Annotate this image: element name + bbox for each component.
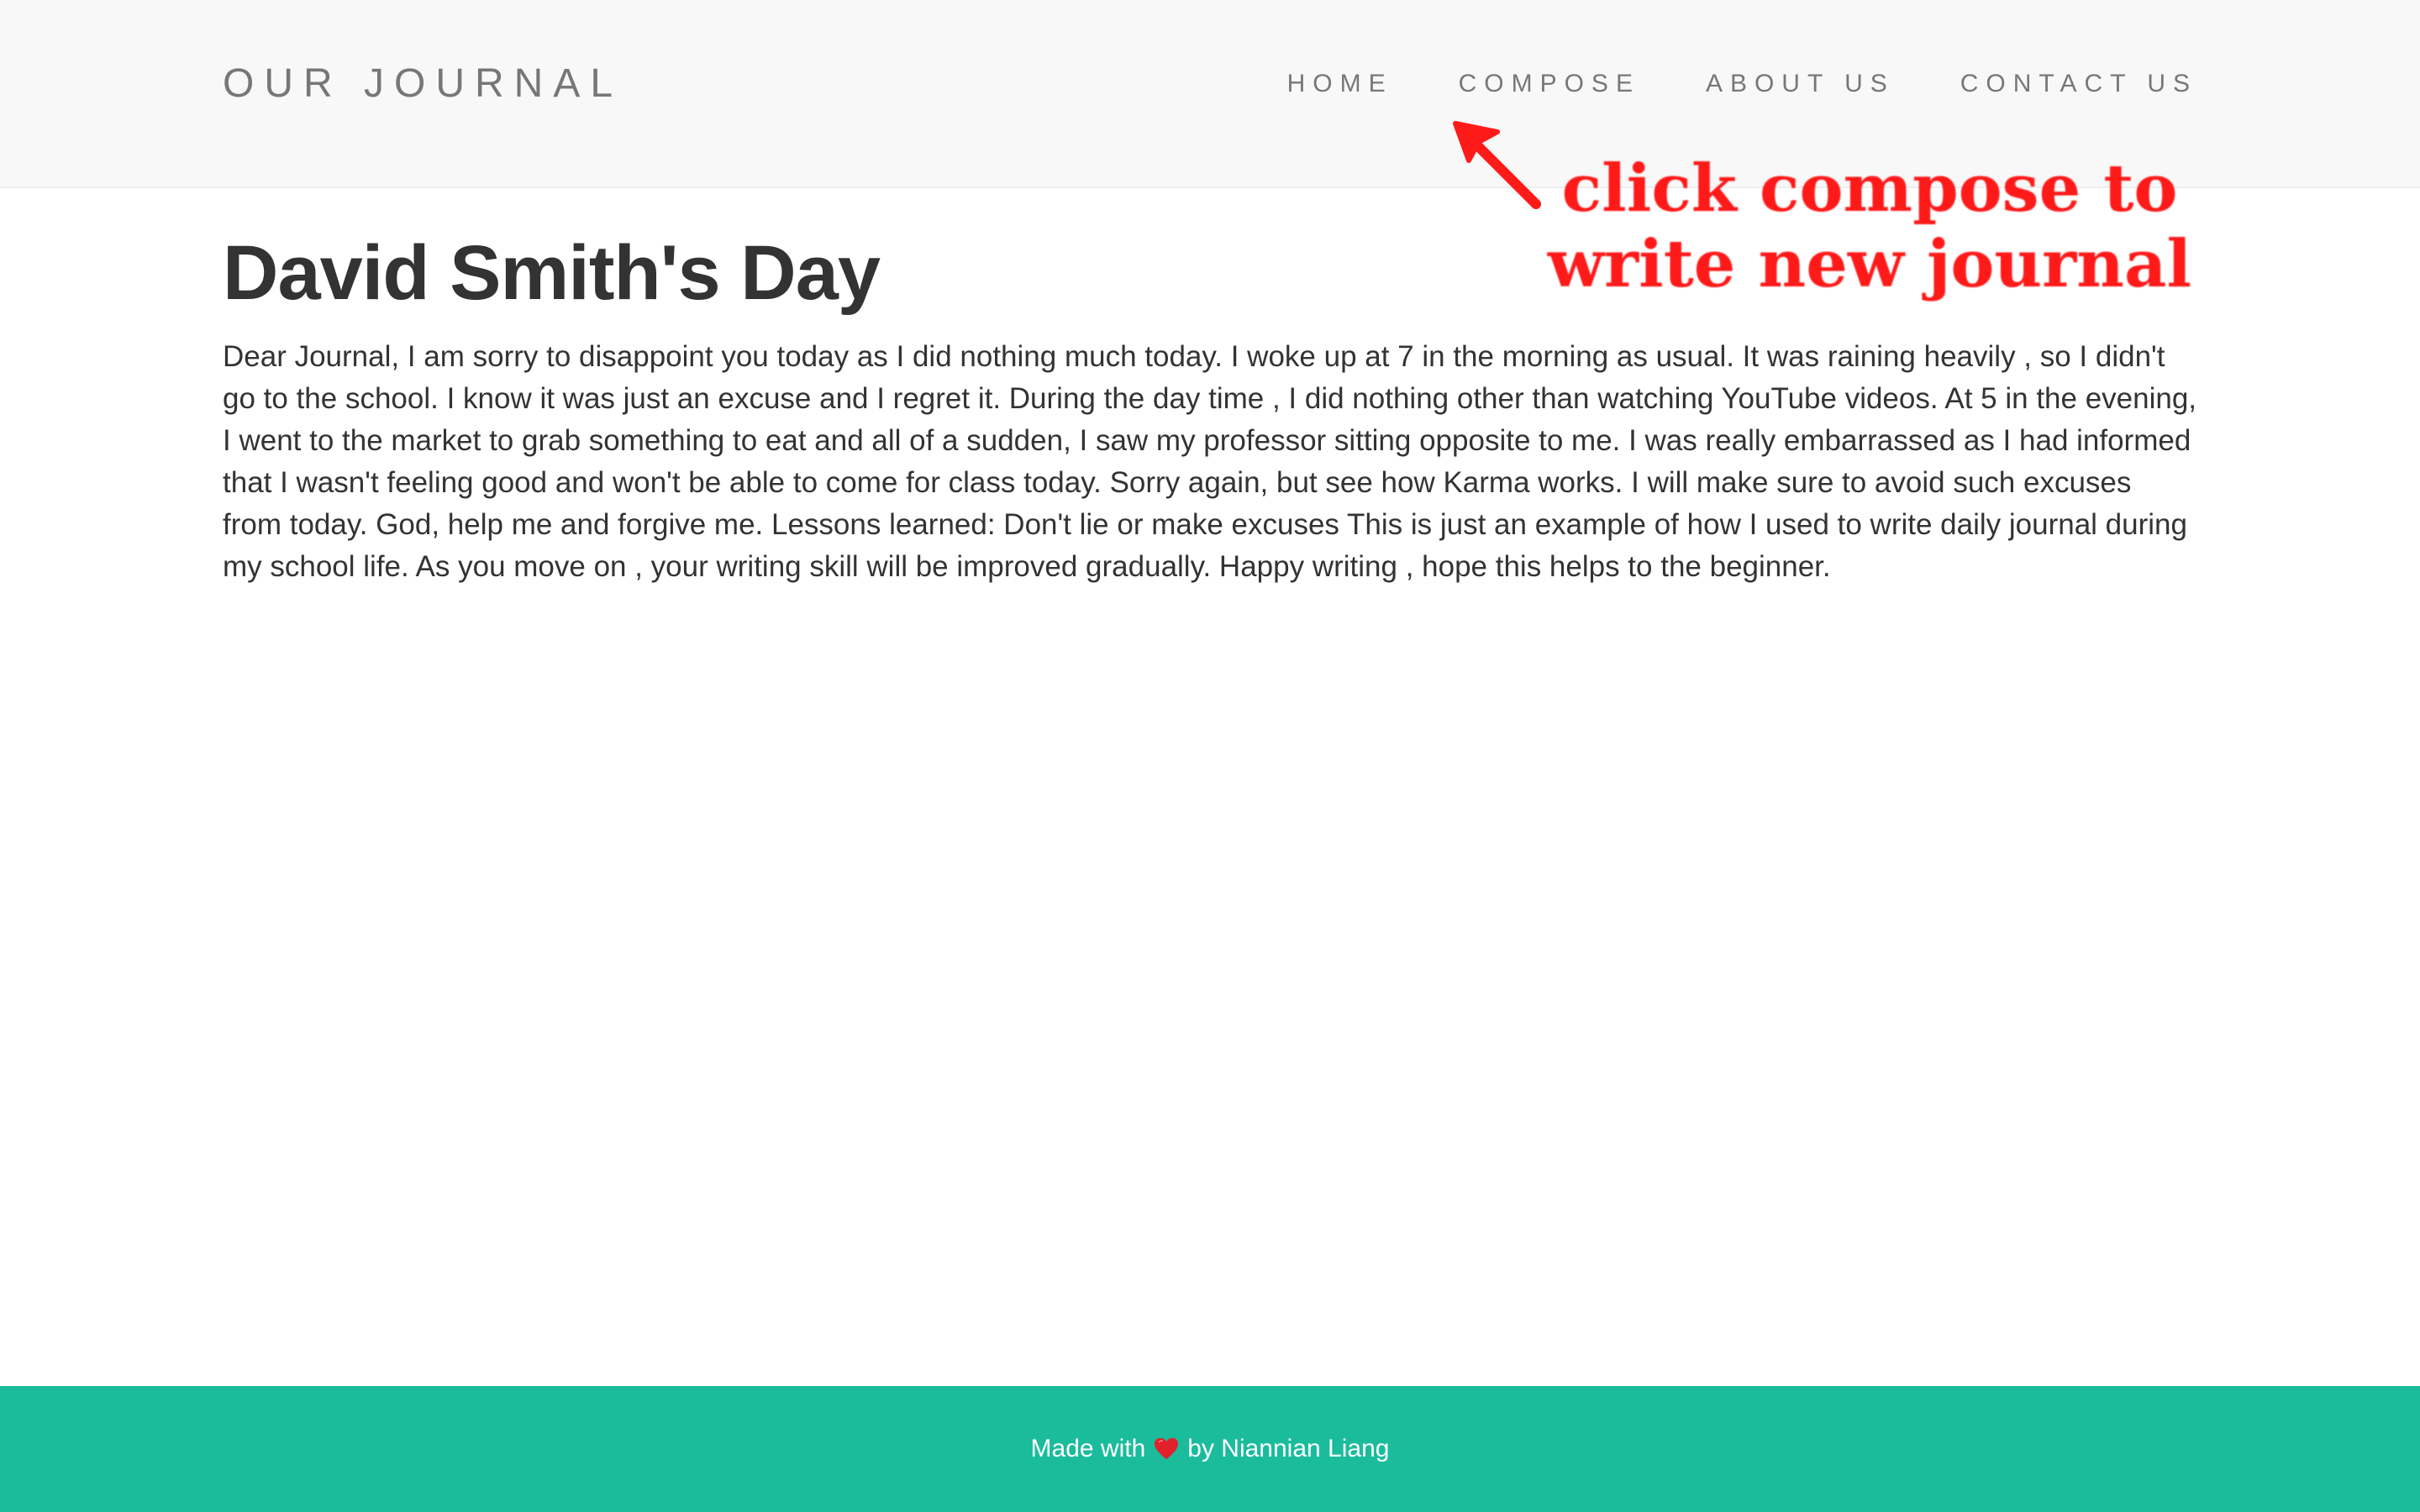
footer-credit: Made with by Niannian Liang — [1031, 1432, 1390, 1466]
nav-item-contact-us: CONTACT US — [1960, 67, 2197, 101]
nav-links: HOME COMPOSE ABOUT US CONTACT US — [1287, 67, 2197, 101]
nav-link-about-us[interactable]: ABOUT US — [1706, 67, 1895, 101]
page: OUR JOURNAL HOME COMPOSE ABOUT US CONTAC… — [0, 0, 2420, 1512]
nav-item-home: HOME — [1287, 67, 1393, 101]
heart-icon — [1154, 1436, 1179, 1462]
footer: Made with by Niannian Liang — [0, 1386, 2420, 1512]
nav-item-compose: COMPOSE — [1459, 67, 1640, 101]
nav-link-home[interactable]: HOME — [1287, 67, 1393, 101]
main-content: David Smith's Day Dear Journal, I am sor… — [223, 227, 2197, 588]
brand-logo-link[interactable]: OUR JOURNAL — [223, 59, 623, 109]
post-title: David Smith's Day — [223, 230, 881, 316]
nav-link-contact-us[interactable]: CONTACT US — [1960, 67, 2197, 101]
nav-item-about-us: ABOUT US — [1706, 67, 1895, 101]
footer-made-with: Made with — [1030, 1435, 1146, 1462]
footer-author: by Niannian Liang — [1187, 1435, 1390, 1462]
annotation-line-1: click compose to — [1561, 150, 2178, 227]
post-body: Dear Journal, I am sorry to disappoint y… — [223, 340, 2197, 583]
nav-link-compose[interactable]: COMPOSE — [1459, 67, 1640, 101]
